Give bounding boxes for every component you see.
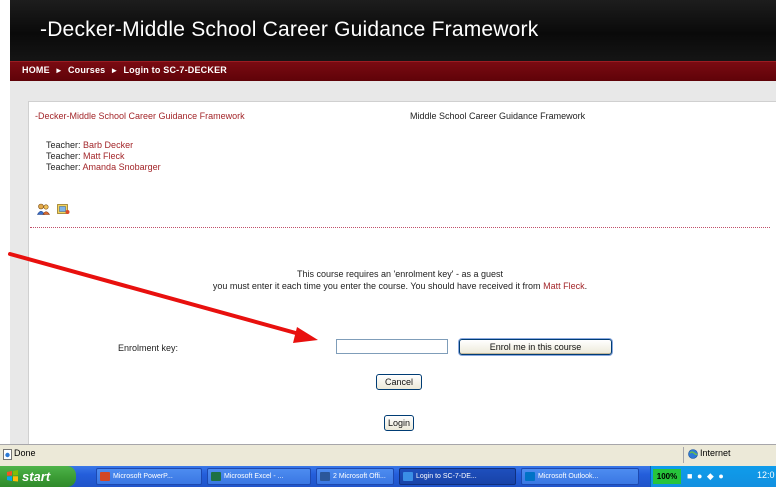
taskbar-item-office-group[interactable]: 2 Microsoft Offi... — [316, 468, 394, 485]
status-text: Done — [14, 448, 36, 458]
breadcrumb-home[interactable]: HOME — [22, 65, 50, 75]
teacher-entry: Teacher: Matt Fleck — [46, 151, 125, 161]
teacher-role: Teacher: — [46, 140, 81, 150]
breadcrumb-current: Login to SC-7-DECKER — [123, 65, 227, 75]
taskbar-item-excel[interactable]: Microsoft Excel - ... — [207, 468, 311, 485]
windows-flag-icon — [7, 470, 18, 482]
breadcrumb-courses[interactable]: Courses — [68, 65, 105, 75]
enrolment-key-input[interactable] — [336, 339, 448, 354]
course-icons — [37, 203, 73, 221]
teacher-role: Teacher: — [46, 151, 81, 161]
taskbar-item-label: Login to SC-7-DE... — [416, 473, 477, 480]
teacher-role: Teacher: — [46, 162, 81, 172]
taskbar-item-label: Microsoft Outlook... — [538, 473, 599, 480]
teacher-name-link[interactable]: Matt Fleck — [83, 151, 125, 161]
section-divider — [30, 227, 770, 228]
browser-statusbar: Done Internet — [0, 444, 776, 466]
taskbar-item-powerpoint[interactable]: Microsoft PowerP... — [96, 468, 202, 485]
notice-teacher-link[interactable]: Matt Fleck — [543, 281, 585, 291]
internet-zone-icon — [688, 449, 698, 459]
taskbar-item-label: Microsoft Excel - ... — [224, 473, 284, 480]
taskbar-item-label: 2 Microsoft Offi... — [333, 473, 386, 480]
guest-access-icon — [37, 203, 50, 215]
enrolment-key-label: Enrolment key: — [118, 343, 179, 353]
breadcrumb-separator-icon: ► — [110, 66, 119, 75]
taskbar-item-outlook[interactable]: Microsoft Outlook... — [521, 468, 639, 485]
course-name-link[interactable]: -Decker-Middle School Career Guidance Fr… — [35, 111, 245, 121]
cancel-button[interactable]: Cancel — [376, 374, 422, 390]
enrolment-notice: This course requires an 'enrolment key' … — [150, 268, 650, 292]
powerpoint-icon — [100, 472, 110, 481]
volume-icon[interactable]: ● — [697, 471, 703, 481]
tray-icons[interactable]: ■ ● ◆ ● — [687, 471, 725, 482]
zoom-indicator[interactable]: 100% — [653, 469, 681, 484]
status-divider — [683, 447, 684, 463]
taskbar-item-browser[interactable]: Login to SC-7-DE... — [399, 468, 516, 485]
network-icon[interactable]: ■ — [687, 471, 693, 481]
enrolment-key-icon — [57, 204, 70, 214]
notice-line-2: you must enter it each time you enter th… — [212, 281, 541, 291]
teacher-name-link[interactable]: Amanda Snobarger — [83, 162, 161, 172]
word-icon — [320, 472, 330, 481]
teacher-name-link[interactable]: Barb Decker — [83, 140, 133, 150]
notice-end: . — [584, 281, 588, 291]
notice-line-1: This course requires an 'enrolment key' … — [296, 269, 504, 279]
security-zone-label: Internet — [700, 448, 731, 458]
antivirus-icon[interactable]: ◆ — [707, 471, 715, 481]
taskbar: start Microsoft PowerP... Microsoft Exce… — [0, 466, 776, 487]
breadcrumb-separator-icon: ► — [54, 66, 63, 75]
start-button[interactable]: start — [0, 466, 76, 487]
start-label: start — [22, 469, 51, 484]
teacher-entry: Teacher: Barb Decker — [46, 140, 133, 150]
tray-clock: 12:0 — [757, 470, 775, 480]
site-title: -Decker-Middle School Career Guidance Fr… — [40, 18, 539, 41]
breadcrumb: HOME ► Courses ► Login to SC-7-DECKER — [10, 61, 776, 82]
taskbar-item-label: Microsoft PowerP... — [113, 473, 173, 480]
site-header: -Decker-Middle School Career Guidance Fr… — [10, 0, 776, 61]
outlook-icon — [525, 472, 535, 481]
excel-icon — [211, 472, 221, 481]
system-tray: 100% ■ ● ◆ ● 12:0 — [650, 466, 776, 487]
login-button[interactable]: Login — [384, 415, 414, 431]
page-done-icon — [3, 449, 12, 460]
browser-icon — [403, 472, 413, 481]
update-icon[interactable]: ● — [718, 471, 724, 481]
course-summary: Middle School Career Guidance Framework — [410, 111, 586, 121]
teacher-entry: Teacher: Amanda Snobarger — [46, 162, 161, 172]
enrol-button[interactable]: Enrol me in this course — [459, 339, 612, 355]
